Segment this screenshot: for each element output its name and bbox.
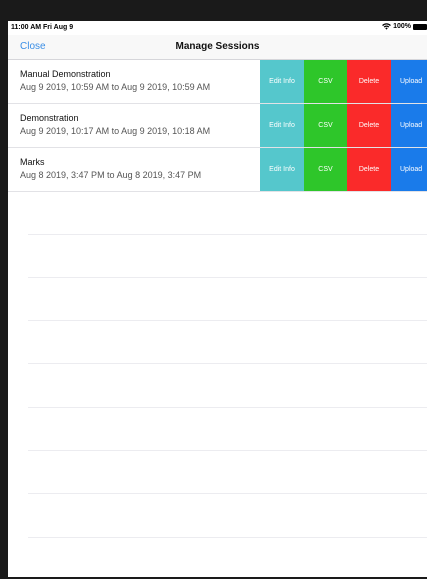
upload-button[interactable]: Upload: [391, 60, 427, 103]
upload-button[interactable]: Upload: [391, 148, 427, 191]
csv-button[interactable]: CSV: [304, 148, 347, 191]
session-title: Demonstration: [20, 113, 79, 123]
wifi-icon: [382, 23, 391, 30]
edit-info-button[interactable]: Edit Info: [260, 148, 304, 191]
empty-row-separator: [28, 234, 427, 235]
empty-row-separator: [28, 450, 427, 451]
row-actions: Edit Info CSV Delete Upload: [260, 148, 427, 191]
session-text: Manual Demonstration Aug 9 2019, 10:59 A…: [20, 68, 260, 94]
row-actions: Edit Info CSV Delete Upload: [260, 104, 427, 147]
screen: 11:00 AM Fri Aug 9 100% Close Manage Ses…: [8, 21, 427, 577]
device-frame: 11:00 AM Fri Aug 9 100% Close Manage Ses…: [0, 0, 427, 579]
battery-percent: 100%: [393, 23, 411, 30]
empty-row-separator: [28, 277, 427, 278]
session-time-range: Aug 8 2019, 3:47 PM to Aug 8 2019, 3:47 …: [20, 170, 202, 180]
empty-row-separator: [28, 493, 427, 494]
session-time-range: Aug 9 2019, 10:59 AM to Aug 9 2019, 10:5…: [20, 82, 211, 92]
delete-button[interactable]: Delete: [347, 148, 391, 191]
sessions-list: Manual Demonstration Aug 9 2019, 10:59 A…: [8, 60, 427, 192]
edit-info-button[interactable]: Edit Info: [260, 60, 304, 103]
edit-info-button[interactable]: Edit Info: [260, 104, 304, 147]
session-text: Marks Aug 8 2019, 3:47 PM to Aug 8 2019,…: [20, 156, 260, 182]
session-title: Manual Demonstration: [20, 69, 111, 79]
delete-button[interactable]: Delete: [347, 60, 391, 103]
session-row[interactable]: Manual Demonstration Aug 9 2019, 10:59 A…: [8, 60, 427, 104]
session-row[interactable]: Demonstration Aug 9 2019, 10:17 AM to Au…: [8, 104, 427, 148]
upload-button[interactable]: Upload: [391, 104, 427, 147]
status-bar: 11:00 AM Fri Aug 9 100%: [8, 21, 427, 35]
csv-button[interactable]: CSV: [304, 60, 347, 103]
delete-button[interactable]: Delete: [347, 104, 391, 147]
csv-button[interactable]: CSV: [304, 104, 347, 147]
empty-row-separator: [28, 537, 427, 538]
session-text: Demonstration Aug 9 2019, 10:17 AM to Au…: [20, 112, 260, 138]
session-row[interactable]: Marks Aug 8 2019, 3:47 PM to Aug 8 2019,…: [8, 148, 427, 192]
session-time-range: Aug 9 2019, 10:17 AM to Aug 9 2019, 10:1…: [20, 126, 211, 136]
navigation-bar: Close Manage Sessions: [8, 35, 427, 60]
row-actions: Edit Info CSV Delete Upload: [260, 60, 427, 103]
empty-row-separator: [28, 407, 427, 408]
status-time: 11:00 AM Fri Aug 9: [11, 24, 74, 31]
battery-icon: [413, 23, 427, 30]
status-indicators: 100%: [382, 23, 427, 30]
empty-row-separator: [28, 320, 427, 321]
session-title: Marks: [20, 157, 45, 167]
page-title: Manage Sessions: [175, 41, 260, 52]
empty-row-separator: [28, 363, 427, 364]
